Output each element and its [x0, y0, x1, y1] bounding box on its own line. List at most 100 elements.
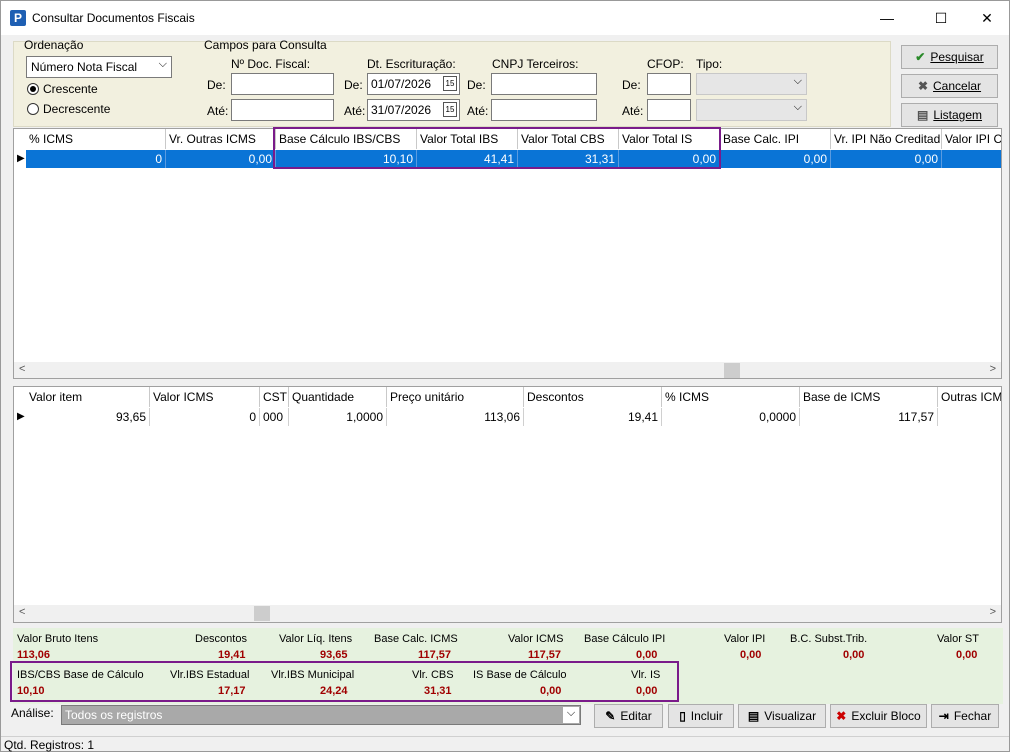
total-label: Valor ST: [937, 633, 979, 645]
fechar-button[interactable]: ⇥ Fechar: [931, 704, 999, 728]
header-cell[interactable]: % ICMS: [26, 129, 166, 149]
dt-de-label: De:: [344, 78, 363, 92]
header-cell[interactable]: CST: [260, 387, 289, 407]
highlight-box-ibs-cbs-columns: [273, 127, 721, 169]
excluir-bloco-button[interactable]: ✖ Excluir Bloco: [830, 704, 927, 728]
cell[interactable]: 93,65: [26, 408, 150, 426]
cell[interactable]: 0,00: [720, 150, 831, 168]
pesquisar-button[interactable]: ✔ Pesquisar: [901, 45, 998, 69]
chevron-down-icon: ⌵: [793, 101, 802, 113]
main-window: P Consultar Documentos Fiscais — ☐ ✕ Ord…: [0, 0, 1010, 752]
decrescente-label: Decrescente: [43, 102, 111, 116]
tipo-ate-select[interactable]: ⌵: [696, 99, 807, 121]
header-cell[interactable]: Base de ICMS: [800, 387, 938, 407]
header-cell[interactable]: Valor item: [26, 387, 150, 407]
ordenacao-select[interactable]: Número Nota Fiscal ⌵: [26, 56, 172, 78]
scroll-right-icon[interactable]: >: [990, 606, 996, 618]
close-icon[interactable]: ✕: [964, 1, 1010, 35]
delete-icon: ✖: [836, 709, 847, 723]
calendar-icon[interactable]: 15: [443, 102, 457, 117]
documents-grid-scrollbar[interactable]: < >: [14, 362, 1001, 378]
tipo-label: Tipo:: [696, 57, 723, 71]
exit-icon: ⇥: [938, 709, 949, 723]
header-cell[interactable]: Quantidade: [289, 387, 387, 407]
scroll-right-icon[interactable]: >: [990, 363, 996, 375]
total-label: Base Calc. ICMS: [374, 633, 458, 645]
crescente-radio[interactable]: [27, 83, 39, 95]
visualizar-button[interactable]: ▤ Visualizar: [738, 704, 826, 728]
scroll-left-icon[interactable]: <: [19, 363, 25, 375]
items-grid: Valor item Valor ICMS CST Quantidade Pre…: [13, 386, 1002, 623]
crescente-label: Crescente: [43, 82, 98, 96]
dt-ate-value: 31/07/2026: [371, 103, 432, 117]
scrollbar-thumb[interactable]: [724, 363, 740, 378]
total-label: Valor IPI: [724, 633, 766, 645]
chevron-down-icon: ⌵: [563, 707, 579, 723]
pesquisar-label: Pesquisar: [930, 50, 984, 64]
nr-doc-de-input[interactable]: [231, 73, 334, 95]
total-value: 0,00: [843, 649, 865, 661]
cfop-ate-input[interactable]: [647, 99, 691, 121]
dt-de-input[interactable]: 01/07/2026 15: [367, 73, 460, 95]
calendar-icon[interactable]: 15: [443, 76, 457, 91]
cancelar-label: Cancelar: [933, 79, 982, 93]
ordenacao-value: Número Nota Fiscal: [31, 60, 138, 74]
incluir-button[interactable]: ▯ Incluir: [668, 704, 734, 728]
header-cell[interactable]: Descontos: [524, 387, 662, 407]
cell[interactable]: 0,0000: [662, 408, 800, 426]
minimize-icon[interactable]: —: [864, 1, 910, 35]
cnpj-label: CNPJ Terceiros:: [492, 57, 579, 71]
visualizar-label: Visualizar: [764, 709, 817, 723]
row-indicator-icon: ▶: [17, 153, 25, 164]
dt-ate-label: Até:: [344, 104, 366, 118]
cell[interactable]: 0,00: [166, 150, 276, 168]
scroll-left-icon[interactable]: <: [19, 606, 25, 618]
total-value: 0,00: [636, 649, 658, 661]
decrescente-radio[interactable]: [27, 103, 39, 115]
header-cell[interactable]: Valor IPI C: [942, 129, 1001, 149]
maximize-icon[interactable]: ☐: [918, 1, 964, 35]
header-cell[interactable]: Vr. IPI Não Creditad: [831, 129, 942, 149]
analise-select[interactable]: Todos os registros ⌵: [61, 705, 581, 725]
check-icon: ✔: [915, 50, 926, 64]
cell[interactable]: [942, 150, 1001, 168]
table-row[interactable]: ▶ 93,65 0 000 1,0000 113,06 19,41 0,0000…: [14, 408, 1001, 426]
analise-label: Análise:: [11, 706, 54, 720]
chevron-down-icon: ⌵: [158, 58, 167, 70]
header-cell[interactable]: Preço unitário: [387, 387, 524, 407]
total-value: 93,65: [320, 649, 348, 661]
cnpj-ate-input[interactable]: [491, 99, 597, 121]
tipo-de-select[interactable]: ⌵: [696, 73, 807, 95]
editar-button[interactable]: ✎ Editar: [594, 704, 663, 728]
cell[interactable]: [938, 408, 1001, 426]
header-cell[interactable]: % ICMS: [662, 387, 800, 407]
edit-icon: ✎: [605, 709, 616, 723]
cancelar-button[interactable]: ✖ Cancelar: [901, 74, 998, 98]
header-cell[interactable]: Outras ICM: [938, 387, 1001, 407]
header-cell[interactable]: Valor ICMS: [150, 387, 260, 407]
cnpj-de-input[interactable]: [491, 73, 597, 95]
total-label: Base Cálculo IPI: [584, 633, 666, 645]
header-cell[interactable]: Base Calc. IPI: [720, 129, 831, 149]
total-label: Valor Bruto Itens: [17, 633, 99, 645]
excluir-bloco-label: Excluir Bloco: [851, 709, 921, 723]
cell[interactable]: 0: [26, 150, 166, 168]
nr-doc-ate-input[interactable]: [231, 99, 334, 121]
title-bar: P Consultar Documentos Fiscais — ☐ ✕: [1, 1, 1009, 35]
cell[interactable]: 0: [150, 408, 260, 426]
total-value: 117,57: [528, 649, 562, 661]
scrollbar-thumb[interactable]: [254, 606, 270, 621]
editar-label: Editar: [620, 709, 652, 723]
cell[interactable]: 19,41: [524, 408, 662, 426]
cell[interactable]: 000: [260, 408, 289, 426]
cell[interactable]: 117,57: [800, 408, 938, 426]
items-grid-scrollbar[interactable]: < >: [14, 605, 1001, 622]
cfop-de-input[interactable]: [647, 73, 691, 95]
listagem-button[interactable]: ▤ Listagem: [901, 103, 998, 127]
cell[interactable]: 1,0000: [289, 408, 387, 426]
cell[interactable]: 113,06: [387, 408, 524, 426]
header-cell[interactable]: Vr. Outras ICMS: [166, 129, 276, 149]
dt-ate-input[interactable]: 31/07/2026 15: [367, 99, 460, 121]
nr-doc-de-label: De:: [207, 78, 226, 92]
cell[interactable]: 0,00: [831, 150, 942, 168]
